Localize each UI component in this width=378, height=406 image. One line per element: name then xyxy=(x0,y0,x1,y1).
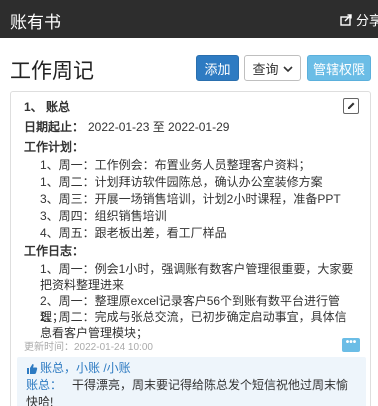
log-heading: 工作日志： xyxy=(24,244,85,258)
date-label: 日期起止： xyxy=(24,120,85,134)
page-title: 工作周记 xyxy=(10,60,94,83)
more-button[interactable]: ••• xyxy=(342,338,360,352)
top-bar: 账有书 分享 xyxy=(0,0,378,38)
plan-item: 3、周三：开展一场销售培训，计划2小时课程，准备PPT xyxy=(40,192,341,206)
share-button[interactable]: 分享 xyxy=(340,10,378,29)
date-range: 2022-01-23 至 2022-01-29 xyxy=(88,120,230,134)
comment-text: 干得漂亮，周末要记得给陈总发个短信祝他过周末愉快哈! xyxy=(26,378,349,406)
journal-author: 1、 账总 xyxy=(24,100,71,114)
plan-item: 1、周一：工作例会：布置业务人员整理客户资料； xyxy=(40,158,311,172)
app-title: 账有书 xyxy=(10,13,61,32)
share-label: 分享 xyxy=(356,13,378,28)
plan-item: 4、周五：跟老板出差，看工厂样品 xyxy=(40,226,227,240)
query-label: 查询 xyxy=(252,61,279,77)
permission-button[interactable]: 管辖权限 xyxy=(307,55,371,81)
log-item: 1、周一：例会1小时，强调账有数客户管理很重要，大家要把资料整理进来 xyxy=(40,262,354,292)
edit-icon[interactable] xyxy=(343,98,359,114)
likes-list[interactable]: 账总，小账 /小账 xyxy=(40,360,131,376)
comment-section: 账总，小账 /小账 账总： 干得漂亮，周末要记得给陈总发个短信祝他过周末愉快哈! xyxy=(17,357,366,406)
plan-heading: 工作计划： xyxy=(24,140,85,154)
plan-item: 1、周二：计划拜访软件园陈总，确认办公室装修方案 xyxy=(40,175,323,189)
log-item: 2、周二：完成与张总交流，已初步确定启动事宜，具体信息看客户管理模块； xyxy=(40,310,347,340)
share-icon xyxy=(340,13,353,26)
updated-time: 更新时间：2022-01-24 10:00 xyxy=(24,342,153,353)
add-button[interactable]: 添加 xyxy=(196,55,239,81)
plan-item: 3、周四：组织销售培训 xyxy=(40,209,167,223)
journal-card: 1、 账总 日期起止： 2022-01-23 至 2022-01-29 工作计划… xyxy=(10,91,371,406)
chevron-down-icon xyxy=(282,61,293,76)
query-dropdown-button[interactable]: 查询 xyxy=(244,55,301,81)
